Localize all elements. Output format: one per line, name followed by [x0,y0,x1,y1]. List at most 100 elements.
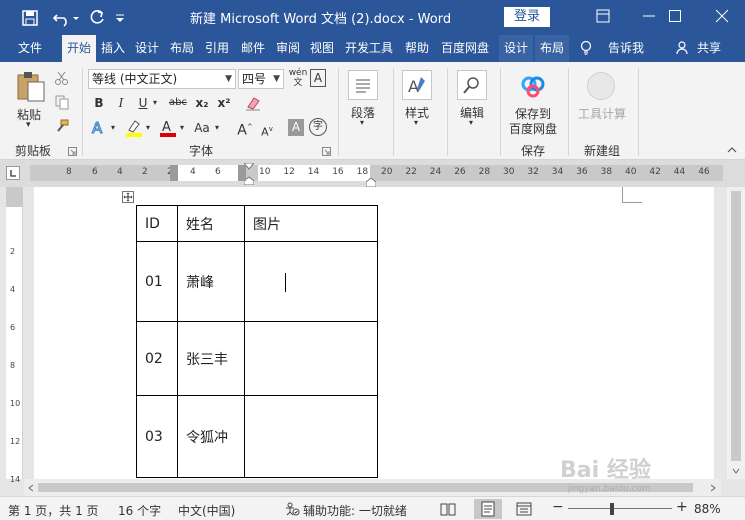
table-header-row[interactable]: ID 姓名 图片 [136,205,378,242]
table-cell[interactable]: ID [136,205,178,242]
paragraph-dropdown-icon[interactable]: ▾ [360,118,364,127]
table-cell[interactable]: 02 [136,321,178,396]
document-area[interactable]: ID 姓名 图片 01 萧峰 02 张三丰 03 令狐冲 [24,187,721,479]
char-border-button[interactable]: A [310,69,326,87]
table-cell[interactable] [244,395,378,478]
change-case-button[interactable]: Aa [192,118,212,138]
subscript-button[interactable]: x₂ [192,93,212,113]
tab-baidu-netdisk[interactable]: 百度网盘 [436,35,494,62]
paragraph-icon[interactable] [348,70,378,100]
scroll-left-icon[interactable] [26,482,36,492]
read-mode-icon[interactable] [440,501,456,517]
table-cell[interactable]: 令狐冲 [177,395,245,478]
customize-toolbar-icon[interactable] [112,6,128,30]
styles-dropdown-icon[interactable]: ▾ [414,118,418,127]
grow-font-button[interactable]: A^ [236,117,254,139]
paste-dropdown-icon[interactable]: ▾ [26,120,31,130]
save-to-baidu-line2[interactable]: 百度网盘 [509,120,557,137]
tab-layout[interactable]: 布局 [167,35,197,62]
table-move-handle-icon[interactable] [122,191,134,203]
scroll-right-icon[interactable] [708,482,718,492]
zoom-slider-thumb[interactable] [610,503,614,515]
tell-me-search[interactable]: 告诉我 [604,35,648,62]
cut-icon[interactable] [54,70,70,86]
zoom-in-button[interactable]: + [676,499,688,515]
language-status[interactable]: 中文(中国) [178,502,235,519]
table-cell[interactable]: 图片 [244,205,378,242]
table-cell[interactable]: 01 [136,241,178,322]
table-row[interactable]: 02 张三丰 [136,321,378,396]
tab-developer[interactable]: 开发工具 [341,35,397,62]
tab-insert[interactable]: 插入 [98,35,128,62]
superscript-button[interactable]: x² [214,93,234,113]
font-size-combo[interactable]: 四号 ▼ [238,69,284,89]
accessibility-icon[interactable] [284,502,300,516]
font-launcher-icon[interactable] [322,146,332,156]
baidu-netdisk-icon[interactable] [519,72,547,100]
phonetic-guide-button[interactable]: wén 文 [288,68,308,88]
right-indent-marker-icon[interactable] [365,176,377,188]
enclose-char-button[interactable]: 字 [309,118,327,136]
lightbulb-icon[interactable] [578,35,594,62]
text-effects-dropdown-icon[interactable]: ▾ [108,118,118,138]
tab-file[interactable]: 文件 [8,35,52,62]
tab-design[interactable]: 设计 [132,35,162,62]
zoom-level[interactable]: 88% [694,502,721,516]
font-color-icon[interactable]: A [158,118,178,138]
underline-dropdown-icon[interactable]: ▾ [150,93,160,113]
tab-table-design[interactable]: 设计 [499,35,533,62]
change-case-dropdown-icon[interactable]: ▾ [212,118,222,138]
clipboard-launcher-icon[interactable] [68,146,78,156]
font-name-combo[interactable]: 等线 (中文正文) ▼ [88,69,236,89]
table-row[interactable]: 03 令狐冲 [136,395,378,478]
text-effects-icon[interactable]: A [90,118,108,138]
column-marker[interactable] [170,165,178,181]
tab-help[interactable]: 帮助 [401,35,433,62]
undo-dropdown-icon[interactable] [70,6,82,30]
paste-icon[interactable] [14,70,48,104]
share-button[interactable]: 共享 [694,35,724,62]
web-layout-icon[interactable] [516,501,532,517]
zoom-slider-track[interactable] [568,508,672,509]
vertical-scrollbar[interactable] [727,187,745,479]
accessibility-status[interactable]: 辅助功能: 一切就绪 [303,502,407,519]
edit-dropdown-icon[interactable]: ▾ [469,118,473,127]
italic-button[interactable]: I [112,93,130,113]
table-cell[interactable]: 姓名 [177,205,245,242]
vertical-scroll-thumb[interactable] [731,191,741,461]
save-icon[interactable] [18,6,42,30]
share-person-icon[interactable] [674,35,690,62]
strikethrough-button[interactable]: abc [166,93,190,113]
table-cell[interactable]: 张三丰 [177,321,245,396]
ribbon-display-icon[interactable] [580,0,626,32]
highlight-dropdown-icon[interactable]: ▾ [143,118,153,138]
tab-mailings[interactable]: 邮件 [237,35,269,62]
horizontal-ruler[interactable]: 8642246 10121416182022242628303234363840… [0,160,745,188]
table-cell[interactable] [244,241,378,322]
shrink-font-button[interactable]: Av [258,119,276,139]
format-painter-icon[interactable] [54,118,70,134]
login-button[interactable]: 登录 [504,7,550,27]
tab-references[interactable]: 引用 [202,35,232,62]
table-cell[interactable]: 萧峰 [177,241,245,322]
vertical-ruler[interactable]: 2 4 6 8 10 12 14 [6,187,23,484]
tab-view[interactable]: 视图 [307,35,337,62]
table-cell[interactable]: 03 [136,395,178,478]
highlight-color-icon[interactable] [124,118,144,138]
collapse-ribbon-icon[interactable] [726,144,738,156]
scroll-down-icon[interactable] [731,465,741,475]
page-count[interactable]: 第 1 页，共 1 页 [8,502,99,519]
tab-selector-icon[interactable] [6,166,20,180]
clear-formatting-icon[interactable] [244,95,262,111]
styles-icon[interactable]: A [402,70,432,100]
document-page[interactable]: ID 姓名 图片 01 萧峰 02 张三丰 03 令狐冲 [34,187,714,479]
tab-review[interactable]: 审阅 [273,35,303,62]
font-color-dropdown-icon[interactable]: ▾ [177,118,187,138]
bold-button[interactable]: B [90,93,108,113]
zoom-out-button[interactable]: − [552,499,564,515]
column-marker[interactable] [238,165,246,181]
close-icon[interactable] [699,0,745,32]
copy-icon[interactable] [54,94,70,110]
data-table[interactable]: ID 姓名 图片 01 萧峰 02 张三丰 03 令狐冲 [136,205,378,478]
search-icon[interactable] [457,70,487,100]
